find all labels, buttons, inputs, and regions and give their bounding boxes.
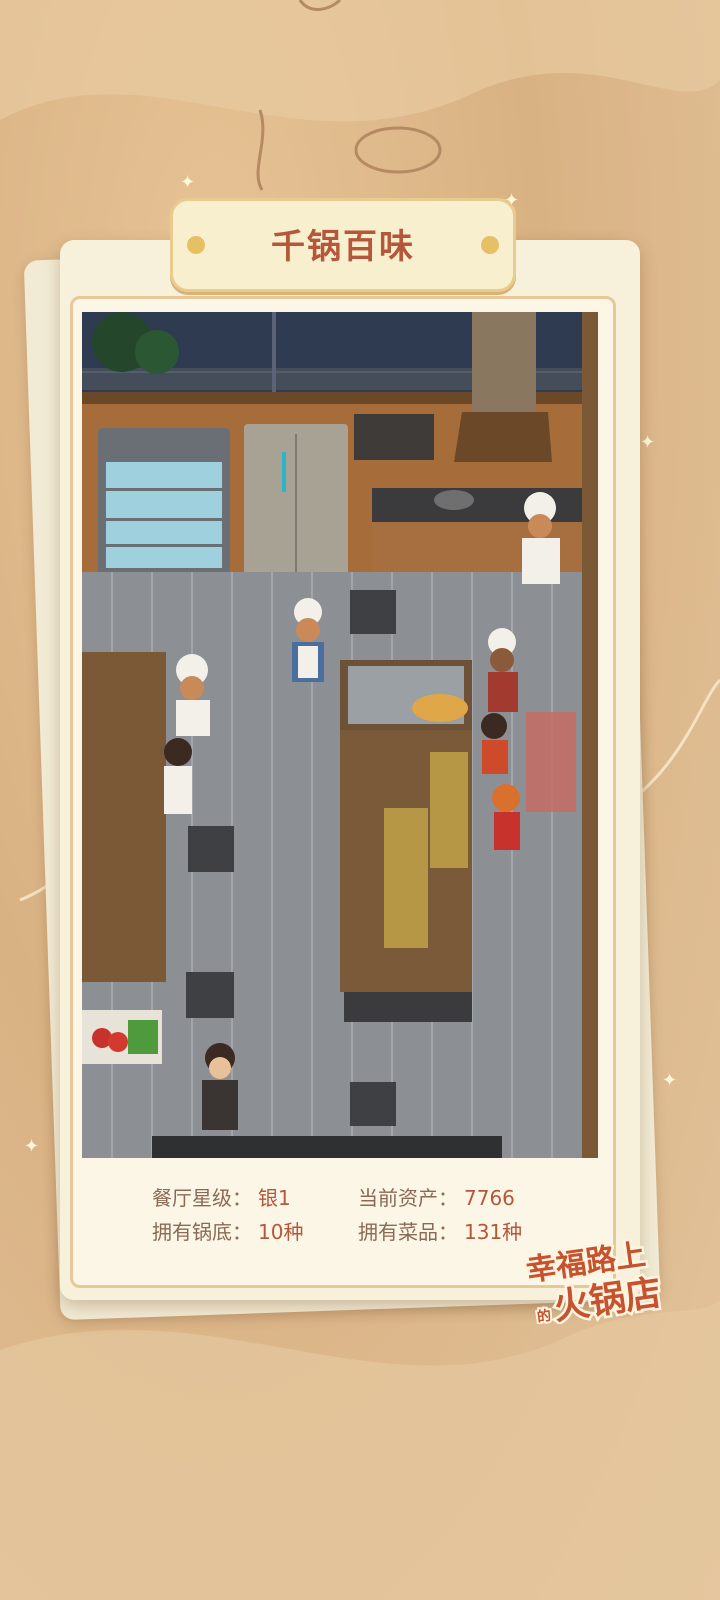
stat-value: 131种 [464,1220,523,1244]
stat-label: 拥有菜品： [358,1220,458,1244]
stat-value: 银1 [258,1186,291,1210]
sparkle-icon: ✦ [662,1070,678,1091]
stat-label: 当前资产： [358,1186,458,1210]
stat-soup-bases: 拥有锅底： 10种 [152,1216,303,1245]
leaf-sketch [256,109,265,191]
stat-value: 10种 [258,1220,304,1244]
stat-label: 拥有锅底： [152,1220,252,1244]
stat-label: 餐厅星级： [152,1186,252,1210]
sparkle-icon: ✦ [640,432,656,453]
sparkle-icon: ✦ [180,172,196,193]
sparkle-icon: ✦ [24,1136,40,1157]
stat-dishes: 拥有菜品： 131种 [358,1216,522,1245]
title-plate: 千锅百味 [170,198,516,292]
page-title: 千锅百味 [271,227,415,267]
shell-sketch [354,126,442,174]
stat-value: 7766 [464,1186,515,1210]
kitchen-scene [82,312,598,1158]
restaurant-stats: 餐厅星级： 银1 当前资产： 7766 拥有锅底： 10种 拥有菜品： 131种 [152,1180,572,1260]
game-logo: 幸福路上 的 火锅店 [520,1228,690,1331]
stat-assets: 当前资产： 7766 [358,1182,515,1211]
stat-star-level: 餐厅星级： 银1 [152,1182,291,1211]
logo-small: 的 [536,1307,552,1324]
